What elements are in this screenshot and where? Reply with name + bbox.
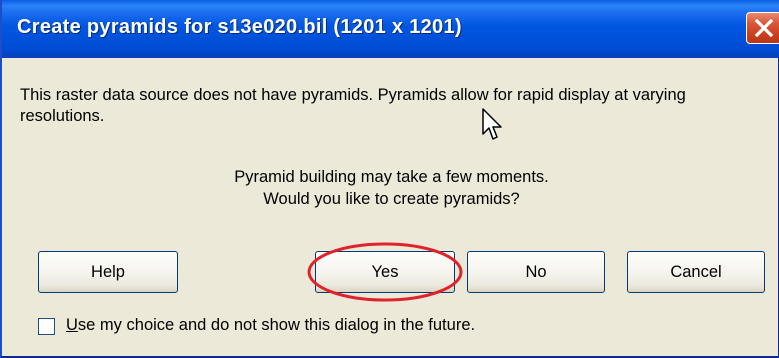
- dialog-window: Create pyramids for s13e020.bil (1201 x …: [0, 0, 779, 358]
- close-button[interactable]: [746, 12, 779, 44]
- dont-show-checkbox[interactable]: [38, 318, 55, 335]
- yes-button-label: Yes: [371, 263, 399, 281]
- dialog-message: This raster data source does not have py…: [20, 86, 686, 125]
- question-text: Would you like to create pyramids?: [263, 190, 520, 208]
- help-button-label: Help: [91, 263, 125, 281]
- cancel-button-label: Cancel: [670, 263, 722, 281]
- title-bar[interactable]: Create pyramids for s13e020.bil (1201 x …: [2, 0, 779, 58]
- window-title: Create pyramids for s13e020.bil (1201 x …: [17, 16, 462, 38]
- close-icon: [754, 19, 774, 37]
- cancel-button[interactable]: Cancel: [627, 251, 765, 293]
- yes-button[interactable]: Yes: [315, 251, 455, 293]
- help-button[interactable]: Help: [38, 251, 178, 293]
- mouse-pointer-icon: [482, 108, 502, 140]
- info-text: Pyramid building may take a few moments.: [234, 168, 549, 186]
- no-button-label: No: [525, 263, 547, 281]
- no-button[interactable]: No: [467, 251, 605, 293]
- dont-show-checkbox-label[interactable]: Use my choice and do not show this dialo…: [66, 316, 475, 335]
